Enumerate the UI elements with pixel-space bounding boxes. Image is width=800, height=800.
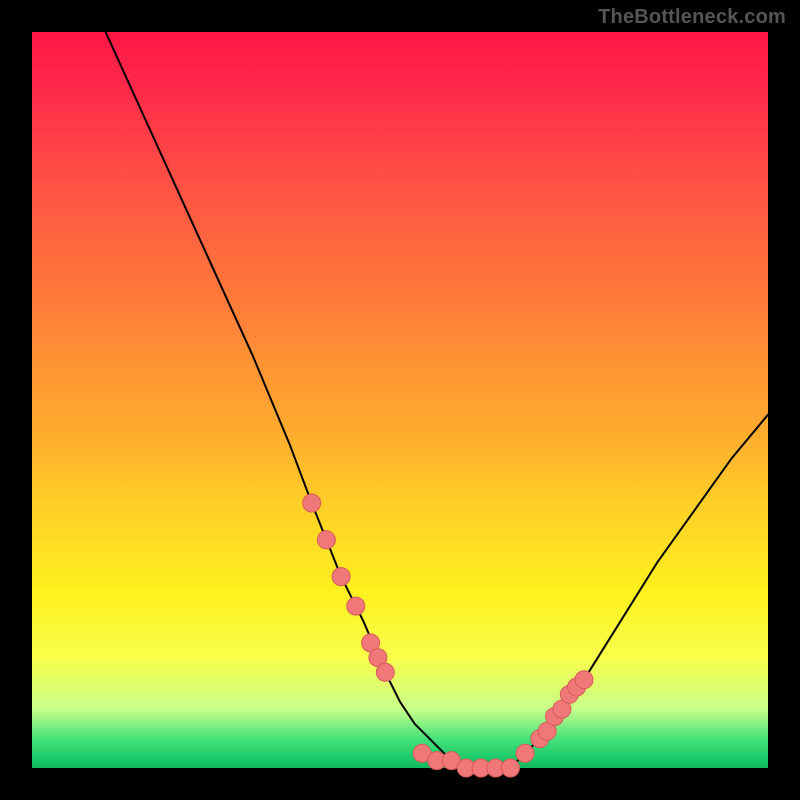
bottleneck-chart bbox=[32, 32, 768, 768]
data-marker bbox=[575, 671, 593, 689]
data-marker bbox=[376, 663, 394, 681]
data-marker bbox=[516, 744, 534, 762]
curve-path bbox=[106, 32, 768, 768]
data-marker bbox=[332, 568, 350, 586]
data-marker bbox=[303, 494, 321, 512]
data-marker bbox=[347, 597, 365, 615]
data-marker bbox=[317, 531, 335, 549]
data-marker bbox=[501, 759, 519, 777]
watermark-text: TheBottleneck.com bbox=[598, 6, 786, 29]
outer-frame: TheBottleneck.com bbox=[0, 0, 800, 800]
plot-area bbox=[32, 32, 768, 768]
